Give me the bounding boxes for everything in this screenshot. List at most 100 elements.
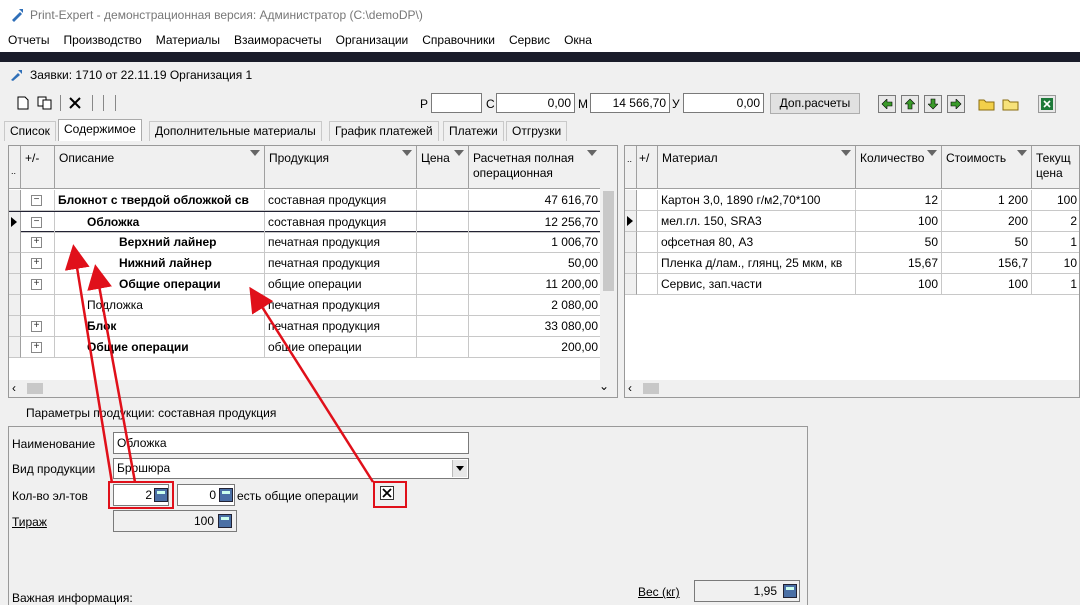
collapse-icon[interactable]: − [31, 217, 42, 228]
quantity-cell[interactable]: 100 [856, 274, 942, 295]
copy-icon[interactable] [36, 94, 54, 112]
menu-materials[interactable]: Материалы [149, 30, 227, 50]
arrow-left-icon[interactable] [878, 95, 896, 113]
menu-reports[interactable]: Отчеты [0, 30, 56, 50]
calculator-icon[interactable] [219, 488, 233, 502]
expand-icon[interactable]: + [31, 237, 42, 248]
tab-payment-schedule[interactable]: График платежей [329, 121, 439, 141]
tab-list[interactable]: Список [4, 121, 56, 141]
product-column-header[interactable]: Продукция [265, 146, 417, 189]
current-price-cell[interactable]: 2 [1032, 211, 1079, 232]
current-price-column-header[interactable]: Текущ цена [1032, 146, 1079, 189]
row-indicator[interactable] [9, 232, 21, 253]
quantity-cell[interactable]: 12 [856, 190, 942, 211]
scroll-left-icon[interactable]: ‹ [628, 381, 632, 395]
current-price-cell[interactable]: 10 [1032, 253, 1079, 274]
description-cell[interactable]: Верхний лайнер [55, 232, 265, 253]
description-cell[interactable]: Общие операции [55, 337, 265, 358]
scroll-thumb[interactable] [27, 383, 43, 394]
row-indicator[interactable] [9, 337, 21, 358]
quantity-cell[interactable]: 100 [856, 211, 942, 232]
row-indicator[interactable] [625, 274, 637, 295]
arrow-right-icon[interactable] [947, 95, 965, 113]
price-cell[interactable] [417, 316, 469, 337]
left-vertical-scrollbar[interactable] [600, 146, 617, 382]
folder-icon[interactable] [1002, 95, 1020, 113]
table-row[interactable]: + Общие операции общие операции 200,00 [9, 337, 617, 358]
product-cell[interactable]: общие операции [265, 337, 417, 358]
row-indicator[interactable] [9, 316, 21, 337]
row-indicator[interactable] [625, 190, 637, 211]
c-field[interactable]: 0,00 [496, 93, 575, 113]
quantity-cell[interactable]: 50 [856, 232, 942, 253]
table-row[interactable]: Сервис, зап.части 100 100 1 [625, 274, 1079, 295]
price-cell[interactable] [417, 232, 469, 253]
expand-icon[interactable]: + [31, 321, 42, 332]
collapse-icon[interactable]: − [31, 195, 42, 206]
expand-icon[interactable]: + [31, 279, 42, 290]
table-row[interactable]: − Обложка составная продукция 12 256,70 [9, 211, 617, 233]
right-horizontal-scrollbar[interactable]: ‹ [625, 380, 1079, 397]
price-column-header[interactable]: Цена [417, 146, 469, 189]
cost-cell[interactable]: 50 [942, 232, 1032, 253]
product-cell[interactable]: общие операции [265, 274, 417, 295]
current-price-cell[interactable]: 1 [1032, 274, 1079, 295]
cost-cell[interactable]: 100 [942, 274, 1032, 295]
calc-cell[interactable]: 12 256,70 [469, 212, 602, 233]
current-price-cell[interactable]: 100 [1032, 190, 1079, 211]
product-cell[interactable]: печатная продукция [265, 232, 417, 253]
table-row[interactable]: Картон 3,0, 1890 г/м2,70*100 12 1 200 100 [625, 190, 1079, 211]
scroll-thumb[interactable] [603, 191, 614, 291]
table-row[interactable]: − Блокнот с твердой обложкой св составная … [9, 190, 617, 211]
left-horizontal-scrollbar[interactable]: ‹ ⌄ [9, 379, 617, 397]
expand-icon[interactable]: + [31, 258, 42, 269]
scroll-thumb[interactable] [643, 383, 659, 394]
table-row[interactable]: + Нижний лайнер печатная продукция 50,00 [9, 253, 617, 274]
menu-service[interactable]: Сервис [502, 30, 557, 50]
cost-column-header[interactable]: Стоимость [942, 146, 1032, 189]
cost-cell[interactable]: 200 [942, 211, 1032, 232]
description-cell[interactable]: Общие операции [55, 274, 265, 295]
description-cell[interactable]: Нижний лайнер [55, 253, 265, 274]
description-cell[interactable]: Блокнот с твердой обложкой св [55, 190, 265, 211]
description-cell[interactable]: Обложка [55, 212, 265, 233]
table-row[interactable]: + Блок печатная продукция 33 080,00 [9, 316, 617, 337]
row-indicator[interactable] [625, 211, 637, 232]
open-folder-icon[interactable] [978, 95, 996, 113]
row-indicator[interactable] [625, 253, 637, 274]
calc-cell[interactable]: 50,00 [469, 253, 602, 274]
table-row[interactable]: мел.гл. 150, SRA3 100 200 2 [625, 211, 1079, 232]
material-cell[interactable]: Сервис, зап.части [658, 274, 856, 295]
product-cell[interactable]: печатная продукция [265, 316, 417, 337]
arrow-down-icon[interactable] [924, 95, 942, 113]
row-indicator[interactable] [9, 212, 21, 233]
expand-icon[interactable]: + [31, 342, 42, 353]
menu-organizations[interactable]: Организации [329, 30, 416, 50]
tab-shipments[interactable]: Отгрузки [506, 121, 568, 141]
table-row[interactable]: Пленка д/лам., глянц, 25 мкм, кв 15,67 156… [625, 253, 1079, 274]
material-cell[interactable]: Пленка д/лам., глянц, 25 мкм, кв [658, 253, 856, 274]
table-row[interactable]: + Общие операции общие операции 11 200,00 [9, 274, 617, 295]
new-document-icon[interactable] [14, 94, 32, 112]
arrow-up-icon[interactable] [901, 95, 919, 113]
product-cell[interactable]: составная продукция [265, 190, 417, 211]
row-indicator[interactable] [9, 295, 21, 316]
menu-production[interactable]: Производство [56, 30, 148, 50]
calc-cell[interactable]: 200,00 [469, 337, 602, 358]
price-cell[interactable] [417, 253, 469, 274]
menu-directories[interactable]: Справочники [415, 30, 502, 50]
row-indicator[interactable] [9, 253, 21, 274]
cost-cell[interactable]: 1 200 [942, 190, 1032, 211]
price-cell[interactable] [417, 190, 469, 211]
row-indicator[interactable] [625, 232, 637, 253]
quantity-cell[interactable]: 15,67 [856, 253, 942, 274]
material-column-header[interactable]: Материал [658, 146, 856, 189]
price-cell[interactable] [417, 274, 469, 295]
calc-cell[interactable]: 47 616,70 [469, 190, 602, 211]
tab-contents[interactable]: Содержимое [58, 119, 142, 141]
name-input[interactable]: Обложка [113, 432, 469, 454]
product-cell[interactable]: печатная продукция [265, 295, 417, 316]
calculator-icon[interactable] [218, 514, 232, 528]
description-cell[interactable]: Блок [55, 316, 265, 337]
price-cell[interactable] [417, 295, 469, 316]
